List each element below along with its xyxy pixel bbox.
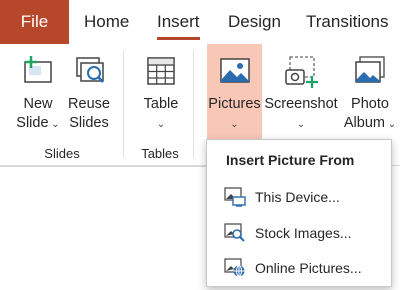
tab-insert-label: Insert <box>157 12 200 31</box>
menu-item-this-device[interactable]: This Device... <box>207 180 391 214</box>
photo-album-label-line2: Album <box>343 115 385 131</box>
online-pictures-icon <box>224 258 246 278</box>
photo-album-icon <box>353 54 387 88</box>
tab-home[interactable]: Home <box>84 0 129 44</box>
reuse-slides-icon <box>72 54 106 88</box>
menu-item-label: Online Pictures... <box>255 260 362 276</box>
screenshot-button[interactable]: Screenshot ⌄ <box>262 44 340 133</box>
table-label: Table <box>143 96 179 112</box>
screenshot-label: Screenshot <box>264 96 338 112</box>
pictures-label: Pictures <box>208 96 261 112</box>
photo-album-label-line1: Photo <box>351 96 389 112</box>
group-separator <box>193 50 194 158</box>
stock-images-icon <box>224 223 246 243</box>
tab-design-label: Design <box>228 12 281 31</box>
ribbon-tab-bar: File Home Insert Design Transitions <box>0 0 400 44</box>
dropdown-title: Insert Picture From <box>226 152 355 168</box>
chevron-down-icon: ⌄ <box>230 119 239 130</box>
reuse-slides-label-line2: Slides <box>69 115 109 131</box>
ribbon-bottom-border <box>0 166 206 167</box>
group-label-tables: Tables <box>141 146 179 161</box>
chevron-down-icon: ⌄ <box>296 119 306 130</box>
tab-insert[interactable]: Insert <box>157 0 200 44</box>
menu-item-label: This Device... <box>255 189 340 205</box>
table-icon <box>144 54 178 88</box>
new-slide-label-line1: New <box>23 96 53 112</box>
tab-home-label: Home <box>84 12 130 31</box>
new-slide-label-line2: Slide <box>16 115 49 131</box>
tab-file-label: File <box>20 12 49 31</box>
chevron-down-icon: ⌄ <box>156 119 166 130</box>
table-button[interactable]: Table ⌄ <box>136 44 186 133</box>
tab-file[interactable]: File <box>0 0 69 44</box>
menu-item-stock-images[interactable]: Stock Images... <box>207 216 391 250</box>
group-label-slides: Slides <box>44 146 80 161</box>
reuse-slides-button[interactable]: Reuse Slides <box>64 44 114 133</box>
pictures-icon <box>218 54 252 88</box>
tab-design[interactable]: Design <box>228 0 281 44</box>
menu-item-label: Stock Images... <box>255 225 352 241</box>
pictures-button[interactable]: Pictures ⌄ <box>207 44 262 133</box>
group-separator <box>123 50 124 158</box>
chevron-down-icon: ⌄ <box>48 119 60 130</box>
reuse-slides-label-line1: Reuse <box>68 96 110 112</box>
tab-transitions[interactable]: Transitions <box>306 0 389 44</box>
photo-album-button[interactable]: Photo Album ⌄ <box>340 44 400 133</box>
menu-item-online-pictures[interactable]: Online Pictures... <box>207 251 391 285</box>
new-slide-button[interactable]: New Slide ⌄ <box>12 44 64 133</box>
device-picture-icon <box>224 187 246 207</box>
screenshot-icon <box>284 54 318 88</box>
tab-transitions-label: Transitions <box>306 12 389 31</box>
new-slide-icon <box>21 54 55 88</box>
chevron-down-icon: ⌄ <box>384 119 397 130</box>
insert-picture-dropdown: Insert Picture From This Device... Stock… <box>206 139 392 287</box>
